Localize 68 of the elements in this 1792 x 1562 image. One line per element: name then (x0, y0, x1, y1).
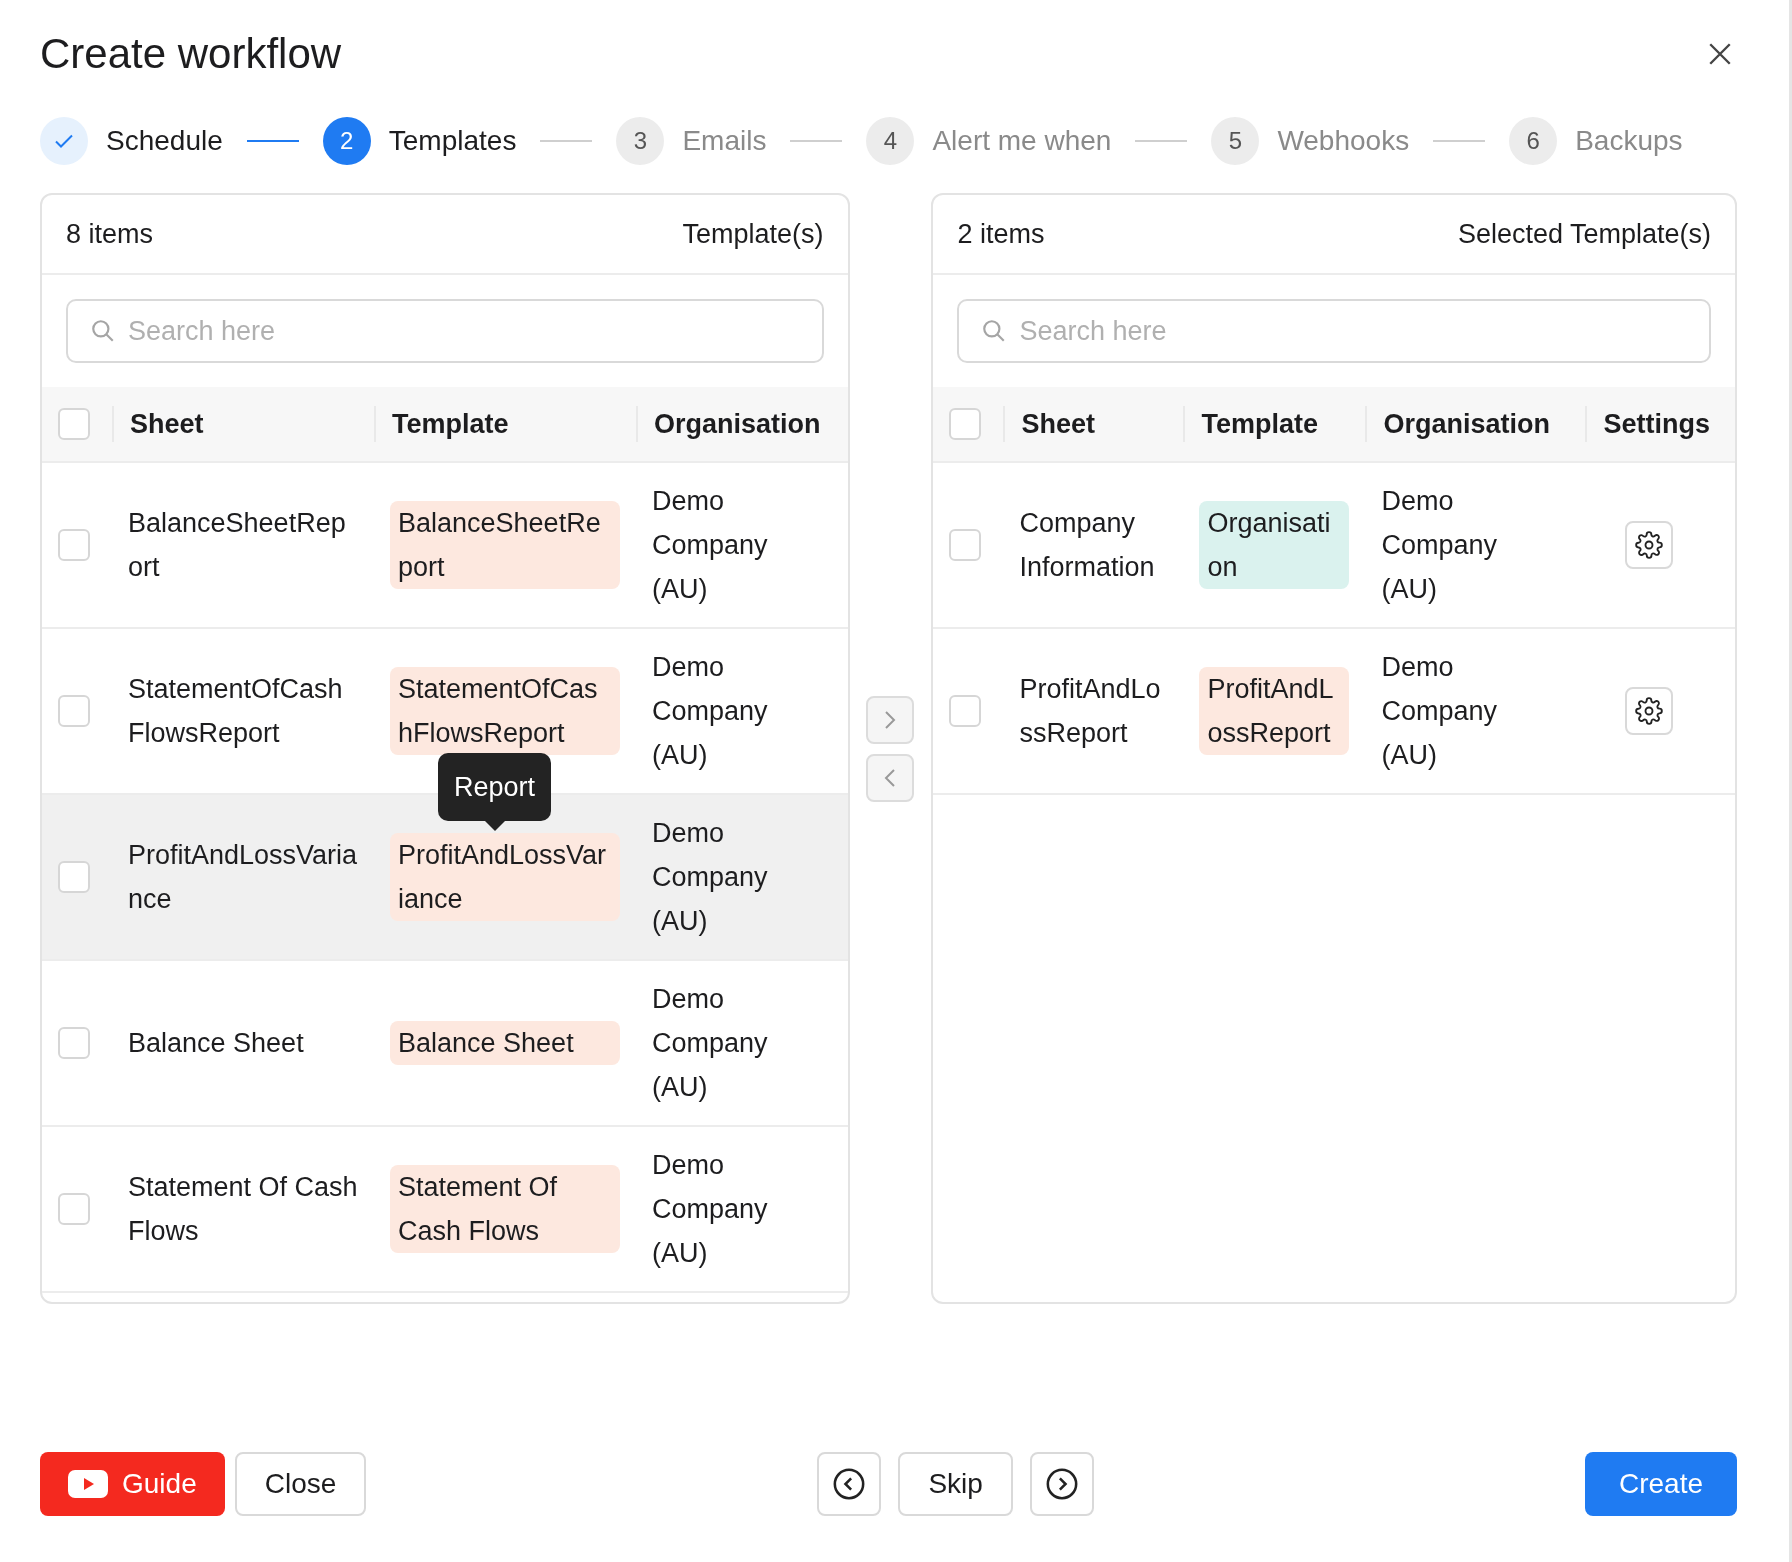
template-tag: StatementOfCashFlowsReport (390, 667, 620, 755)
row-checkbox[interactable] (58, 861, 90, 893)
template-tag: ProfitAndLossReport (1199, 667, 1350, 755)
item-count: 2 items (957, 218, 1045, 250)
close-button[interactable]: Close (234, 1452, 367, 1516)
step-number: 2 (322, 117, 371, 165)
select-all-checkbox[interactable] (949, 408, 982, 440)
create-button[interactable]: Create (1584, 1452, 1737, 1516)
organisation-cell-text: Demo Company (AU) (651, 1149, 769, 1270)
guide-button[interactable]: Guide (40, 1452, 225, 1516)
search-field[interactable]: Search here (66, 299, 824, 363)
template-tag: BalanceSheetReport (390, 501, 620, 589)
sheet-cell-text: StatementOfCashFlowsReport (127, 673, 344, 750)
template-tag: Statement Of Cash Flows (390, 1165, 620, 1253)
column-header: Settings (1585, 406, 1735, 442)
sheet-cell-text: ProfitAndLossReport (1018, 673, 1162, 750)
organisation-cell-text: Demo Company (AU) (651, 485, 769, 606)
column-header: Template (1183, 406, 1366, 442)
step-label[interactable]: Schedule (106, 125, 223, 157)
chevron-left-icon (832, 1467, 867, 1501)
column-header: Template (374, 406, 636, 442)
column-header: Sheet (1003, 406, 1184, 442)
step-number: 6 (1509, 117, 1558, 165)
row-checkbox[interactable] (58, 1027, 90, 1059)
template-tag: Balance Sheet (390, 1021, 620, 1065)
select-all-checkbox[interactable] (58, 408, 90, 440)
play-icon (68, 1470, 108, 1498)
column-header: Organisation (1365, 406, 1586, 442)
settings-icon (1635, 697, 1664, 725)
search-field[interactable]: Search here (957, 299, 1711, 363)
sheet-cell-text: BalanceSheetReport (127, 507, 347, 584)
row-checkbox[interactable] (58, 1193, 90, 1225)
organisation-cell-text: Demo Company (AU) (651, 817, 769, 938)
settings-icon (1635, 531, 1664, 559)
step-number: 3 (616, 117, 665, 165)
step-number: 5 (1211, 117, 1260, 165)
row-checkbox[interactable] (949, 695, 982, 727)
organisation-cell-text: Demo Company (AU) (1380, 651, 1498, 772)
tooltip: Report (438, 753, 552, 831)
skip-button[interactable]: Skip (898, 1452, 1013, 1516)
panel-title: Selected Template(s) (1457, 218, 1711, 250)
next-button[interactable] (1029, 1452, 1094, 1516)
template-tag: Organisation (1199, 501, 1350, 589)
move-left-button[interactable] (866, 753, 915, 802)
step-label[interactable]: Templates (388, 125, 517, 157)
template-tag: ProfitAndLossVariance (390, 833, 620, 921)
row-checkbox[interactable] (949, 529, 982, 561)
settings-button[interactable] (1625, 521, 1674, 569)
row-checkbox[interactable] (58, 529, 90, 561)
search-icon (90, 318, 116, 344)
organisation-cell-text: Demo Company (AU) (651, 983, 769, 1104)
step-number: 4 (866, 117, 915, 165)
sheet-cell-text: Company Information (1018, 507, 1156, 584)
panel-title: Template(s) (682, 218, 824, 250)
sheet-cell-text: Balance Sheet (127, 1027, 305, 1060)
sheet-cell-text: ProfitAndLossVariance (127, 839, 359, 916)
organisation-cell-text: Demo Company (AU) (1380, 485, 1498, 606)
sheet-cell-text: Statement Of Cash Flows (127, 1171, 359, 1248)
previous-button[interactable] (817, 1452, 882, 1516)
settings-button[interactable] (1625, 687, 1674, 735)
move-right-button[interactable] (866, 695, 915, 744)
item-count: 8 items (66, 218, 154, 250)
column-header: Organisation (636, 406, 848, 442)
chevron-right-icon (1044, 1467, 1079, 1501)
row-checkbox[interactable] (58, 695, 90, 727)
close-icon (1707, 41, 1733, 67)
dialog-title: Create workflow (40, 30, 342, 78)
column-header: Sheet (112, 406, 374, 442)
